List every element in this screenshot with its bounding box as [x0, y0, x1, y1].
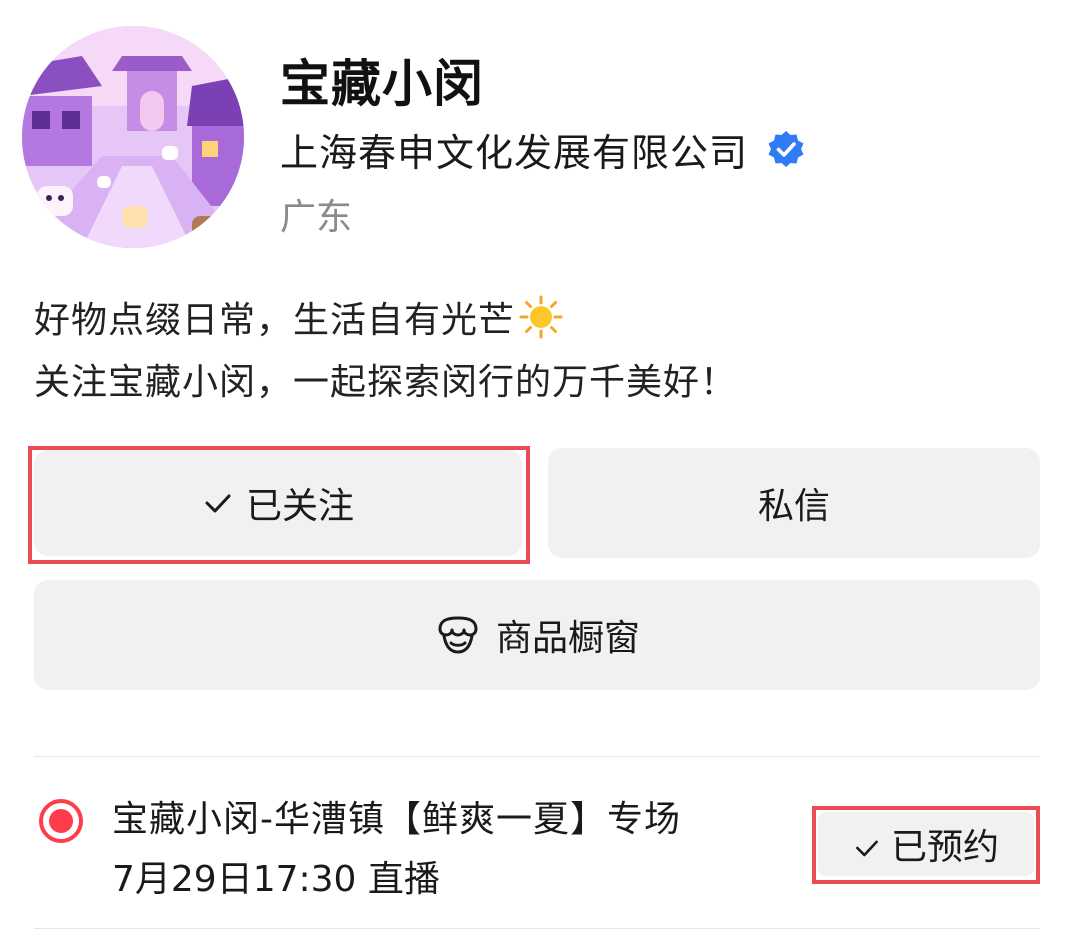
avatar-illustration: [22, 26, 244, 248]
bio: 好物点缀日常，生活自有光芒 关注宝藏小闵，一起探索闵行的万千美好！: [34, 290, 737, 414]
live-indicator-icon: [38, 798, 84, 844]
shop-window-label: 商品橱窗: [495, 618, 640, 659]
shop-window-button[interactable]: 商品橱窗: [34, 580, 1040, 690]
divider: [34, 928, 1040, 929]
bio-line-2: 关注宝藏小闵，一起探索闵行的万千美好！: [34, 362, 738, 403]
followed-button-label: 已关注: [245, 486, 354, 527]
storefront-icon: [434, 611, 482, 659]
bio-line-1: 好物点缀日常，生活自有光芒: [34, 290, 737, 352]
location-text: 广东: [280, 197, 353, 238]
profile-name: 宝藏小闵: [280, 55, 484, 113]
divider: [34, 756, 1040, 757]
live-event-title[interactable]: 宝藏小闵-华漕镇【鲜爽一夏】专场: [112, 790, 681, 842]
company-row: 上海春申文化发展有限公司: [280, 122, 806, 176]
company-name: 上海春申文化发展有限公司: [280, 130, 749, 175]
live-event-time: 7月29日17:30 直播: [112, 859, 440, 900]
check-icon: [853, 830, 881, 858]
avatar[interactable]: [22, 26, 244, 248]
message-button[interactable]: 私信: [548, 448, 1040, 558]
message-button-label: 私信: [757, 486, 830, 527]
verified-badge-icon: [766, 129, 806, 169]
reserved-button[interactable]: 已预约: [818, 812, 1034, 876]
reserved-button-label: 已预约: [890, 827, 999, 868]
check-icon: [202, 487, 234, 519]
followed-button[interactable]: 已关注: [34, 450, 522, 556]
bio-line-1-text: 好物点缀日常，生活自有光芒: [34, 300, 516, 341]
sun-icon: [519, 295, 563, 339]
